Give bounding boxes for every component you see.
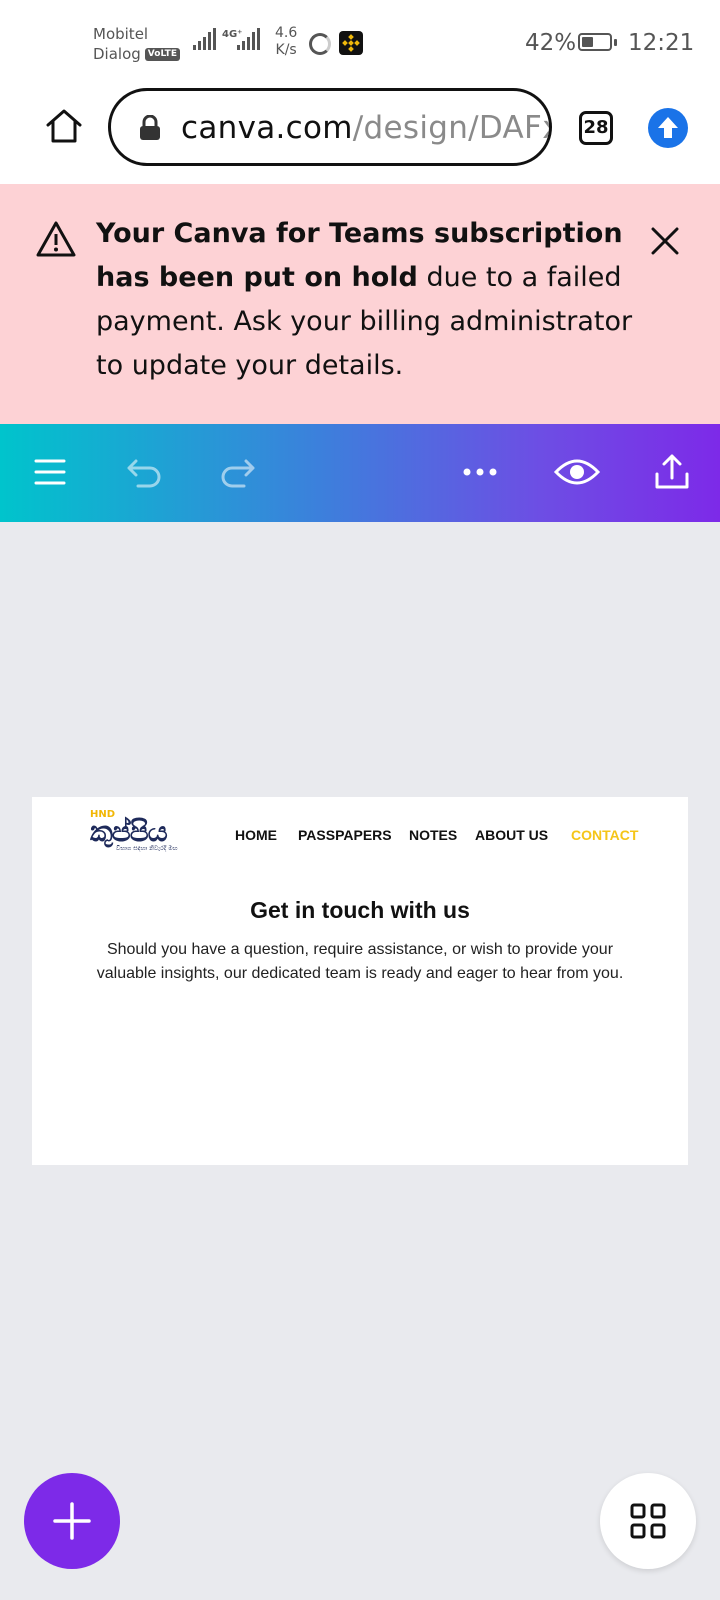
page-description: Should you have a question, require assi… — [96, 941, 624, 982]
nav-contact: CONTACT — [571, 827, 639, 843]
status-bar: Mobitel Dialog VoLTE 4G⁺ 4.6 K/s 42% 12:2… — [0, 0, 720, 84]
preview-button[interactable] — [553, 452, 601, 492]
carrier-info: Mobitel Dialog VoLTE — [93, 24, 180, 64]
logo-main-text: කුප්පිය — [90, 815, 168, 848]
subscription-warning-banner: Your Canva for Teams subscription has be… — [0, 184, 720, 424]
signal-strength-2-icon — [237, 28, 260, 50]
network-speed: 4.6 K/s — [275, 25, 297, 59]
nav-notes: NOTES — [409, 827, 458, 843]
add-element-button[interactable] — [24, 1473, 120, 1569]
redo-button[interactable] — [218, 452, 258, 492]
warning-triangle-icon — [36, 221, 76, 257]
binance-icon — [339, 31, 363, 55]
url-text: canva.com/design/DAFxl — [181, 110, 552, 146]
share-button[interactable] — [652, 452, 692, 492]
carrier-name-2: Dialog — [93, 45, 141, 63]
carrier-name-1: Mobitel — [93, 25, 149, 43]
grid-icon — [630, 1503, 666, 1539]
redo-icon — [221, 459, 255, 488]
banner-message: Your Canva for Teams subscription has be… — [96, 212, 636, 388]
share-icon — [655, 454, 689, 489]
more-dots-icon — [463, 468, 497, 476]
browser-upload-button[interactable] — [648, 108, 688, 148]
url-field[interactable]: canva.com/design/DAFxl — [108, 88, 552, 166]
home-button[interactable] — [44, 106, 84, 146]
eye-icon — [553, 459, 601, 485]
url-path: /design/DAFxl — [352, 110, 552, 146]
hamburger-menu-icon — [34, 459, 66, 485]
tab-switcher-button[interactable]: 28 — [579, 111, 613, 145]
nav-home: HOME — [235, 827, 277, 843]
url-host: canva.com — [181, 110, 353, 146]
volte-badge: VoLTE — [144, 48, 180, 61]
upload-arrow-icon — [658, 117, 678, 138]
close-icon — [651, 227, 679, 255]
lock-icon — [140, 115, 160, 140]
browser-address-bar: canva.com/design/DAFxl 28 — [0, 84, 720, 184]
page-heading: Get in touch with us — [250, 897, 470, 923]
battery-icon — [578, 33, 617, 51]
clock: 12:21 — [628, 30, 695, 56]
site-logo: HND කුප්පිය විභාග සඳහා නිවැරදි මඟ — [90, 809, 190, 853]
speed-value: 4.6 — [275, 25, 298, 41]
undo-icon — [127, 459, 161, 488]
undo-button[interactable] — [124, 452, 164, 492]
plus-icon — [53, 1502, 91, 1540]
editor-toolbar — [0, 424, 720, 522]
pages-grid-button[interactable] — [600, 1473, 696, 1569]
menu-button[interactable] — [30, 452, 70, 492]
nav-passpapers: PASSPAPERS — [298, 827, 392, 843]
battery-level-fill — [582, 37, 593, 47]
battery-percent: 42% — [525, 30, 577, 56]
more-options-button[interactable] — [460, 452, 500, 492]
logo-tagline: විභාග සඳහා නිවැරදි මඟ — [116, 845, 178, 852]
design-page[interactable]: HND කුප්පිය විභාග සඳහා නිවැරදි මඟ HOME P… — [32, 797, 688, 1165]
close-banner-button[interactable] — [648, 224, 682, 258]
speed-unit: K/s — [275, 42, 297, 58]
sync-icon — [309, 33, 331, 55]
signal-strength-icon — [193, 28, 216, 50]
home-icon — [46, 109, 82, 143]
nav-about-us: ABOUT US — [475, 827, 549, 843]
